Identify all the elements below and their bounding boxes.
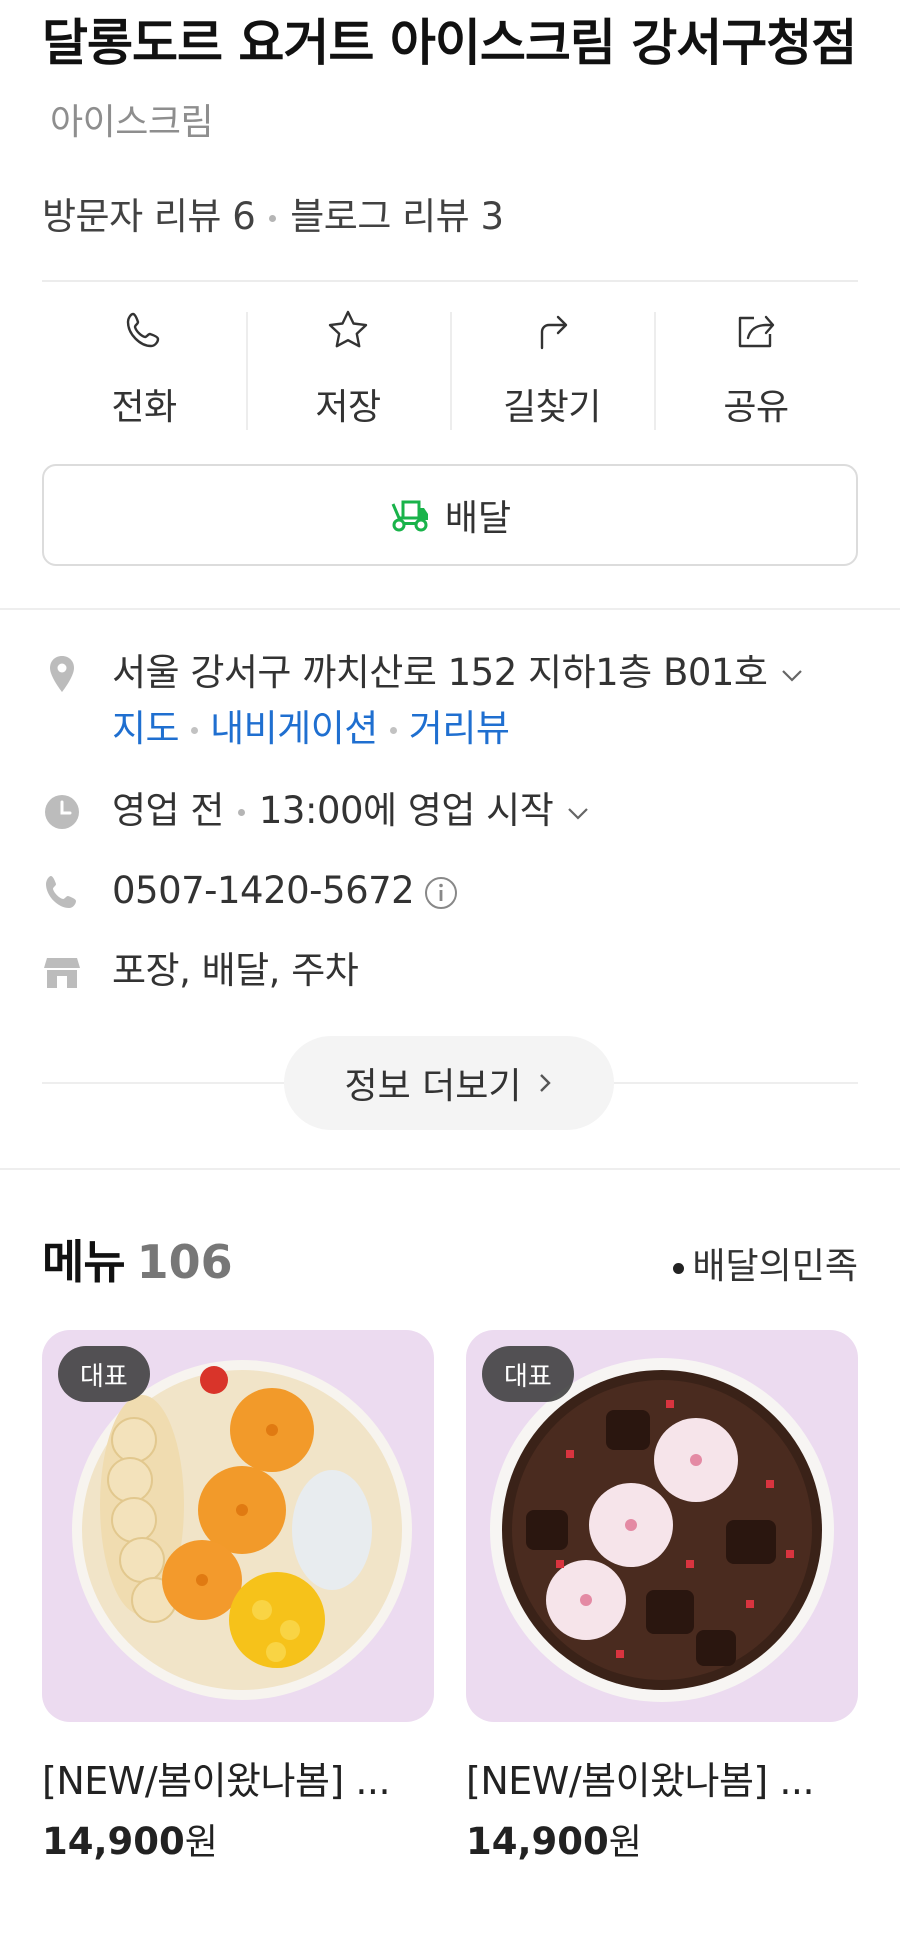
place-name: 달롱도르 요거트 아이스크림 강서구청점 xyxy=(42,14,857,72)
separator-dot xyxy=(191,727,199,734)
menu-item-card[interactable]: 대표 [NEW/봄이왔나봄] ... 14,900원 xyxy=(42,1330,434,1865)
price-value: 14,900 xyxy=(466,1820,609,1863)
hours-row[interactable]: 영업 전 13:00에 영업 시작 xyxy=(42,786,858,836)
phone-icon xyxy=(46,876,76,908)
more-info-button[interactable]: 정보 더보기 xyxy=(284,1036,614,1130)
menu-item-image: 대표 xyxy=(42,1330,434,1722)
signature-badge: 대표 xyxy=(58,1346,150,1402)
menu-source[interactable]: 배달의민족 xyxy=(673,1237,858,1289)
price-value: 14,900 xyxy=(42,1820,185,1863)
amenities-text: 포장, 배달, 주차 xyxy=(112,949,359,992)
menu-cards: 대표 [NEW/봄이왔나봄] ... 14,900원 대표 [NEW/봄이왔나봄… xyxy=(42,1330,858,1865)
phone-icon xyxy=(126,312,160,348)
address-links: 지도 내비게이션 거리뷰 xyxy=(112,704,803,754)
blog-reviews-link[interactable]: 블로그 리뷰 3 xyxy=(290,195,504,238)
place-detail-page: 달롱도르 요거트 아이스크림 강서구청점아이스크림 방문자 리뷰 6 블로그 리뷰… xyxy=(0,0,900,1936)
visitor-reviews-link[interactable]: 방문자 리뷰 6 xyxy=(42,195,256,238)
menu-item-price: 14,900원 xyxy=(42,1813,434,1865)
review-summary: 방문자 리뷰 6 블로그 리뷰 3 xyxy=(42,186,858,240)
menu-item-name: [NEW/봄이왔나봄] ... xyxy=(466,1759,815,1803)
menu-item-card[interactable]: 대표 [NEW/봄이왔나봄] ... 14,900원 xyxy=(466,1330,858,1865)
menu-header: 메뉴 106 배달의민족 xyxy=(42,1226,858,1292)
info-icon[interactable] xyxy=(424,876,458,910)
save-label: 저장 xyxy=(315,387,381,428)
navigation-link[interactable]: 내비게이션 xyxy=(210,707,378,750)
directions-button[interactable]: 길찾기 xyxy=(450,308,654,430)
share-icon xyxy=(738,315,775,348)
menu-item-name: [NEW/봄이왔나봄] ... xyxy=(42,1759,391,1803)
address-text[interactable]: 서울 강서구 까치산로 152 지하1층 B01호 xyxy=(112,648,803,698)
call-button[interactable]: 전화 xyxy=(42,308,246,430)
delivery-truck-icon xyxy=(391,500,428,532)
place-title: 달롱도르 요거트 아이스크림 강서구청점아이스크림 xyxy=(42,6,858,160)
more-info-label: 정보 더보기 xyxy=(344,1066,522,1107)
hours-status: 영업 전 xyxy=(112,789,224,832)
hours-detail: 13:00에 영업 시작 xyxy=(258,789,554,832)
directions-icon xyxy=(540,315,568,350)
menu-title: 메뉴 xyxy=(42,1235,126,1289)
save-button[interactable]: 저장 xyxy=(246,308,450,430)
address-row: 서울 강서구 까치산로 152 지하1층 B01호 지도 내비게이션 거리뷰 xyxy=(42,648,858,754)
info-section: 서울 강서구 까치산로 152 지하1층 B01호 지도 내비게이션 거리뷰 영업 … xyxy=(0,648,900,996)
separator-dot xyxy=(269,215,277,222)
delivery-button[interactable]: 배달 xyxy=(42,464,858,566)
menu-source-label: 배달의민족 xyxy=(692,1246,858,1287)
store-icon xyxy=(44,958,80,988)
share-label: 공유 xyxy=(723,387,789,428)
place-category: 아이스크림 xyxy=(50,102,214,143)
menu-item-price: 14,900원 xyxy=(466,1813,858,1865)
divider xyxy=(42,280,858,282)
menu-item-image: 대표 xyxy=(466,1330,858,1722)
star-icon xyxy=(328,310,368,348)
street-view-link[interactable]: 거리뷰 xyxy=(409,707,510,750)
menu-count: 106 xyxy=(136,1235,233,1289)
place-header: 달롱도르 요거트 아이스크림 강서구청점아이스크림 방문자 리뷰 6 블로그 리뷰… xyxy=(0,0,900,240)
separator-dot xyxy=(389,727,397,734)
price-currency: 원 xyxy=(608,1822,642,1863)
location-pin-icon xyxy=(50,656,74,692)
amenities-row: 포장, 배달, 주차 xyxy=(42,946,858,996)
clock-icon xyxy=(45,795,79,829)
chevron-right-icon xyxy=(539,1074,551,1092)
signature-badge: 대표 xyxy=(482,1346,574,1402)
map-link[interactable]: 지도 xyxy=(112,707,180,750)
share-button[interactable]: 공유 xyxy=(654,308,858,430)
phone-row: 0507-1420-5672 xyxy=(42,866,858,916)
bullet-icon xyxy=(673,1262,685,1274)
section-divider xyxy=(0,1168,900,1170)
address-value: 서울 강서구 까치산로 152 지하1층 B01호 xyxy=(112,651,768,694)
chevron-down-icon[interactable] xyxy=(567,802,589,824)
chevron-down-icon[interactable] xyxy=(781,664,803,686)
phone-number[interactable]: 0507-1420-5672 xyxy=(112,869,415,912)
delivery-label: 배달 xyxy=(444,498,512,539)
call-label: 전화 xyxy=(111,387,177,428)
separator-dot xyxy=(237,809,245,816)
action-bar: 전화 저장 길찾기 공유 xyxy=(42,308,858,430)
price-currency: 원 xyxy=(184,1822,218,1863)
more-info-area: 정보 더보기 xyxy=(42,1036,858,1130)
section-divider xyxy=(0,608,900,610)
directions-label: 길찾기 xyxy=(503,387,601,428)
